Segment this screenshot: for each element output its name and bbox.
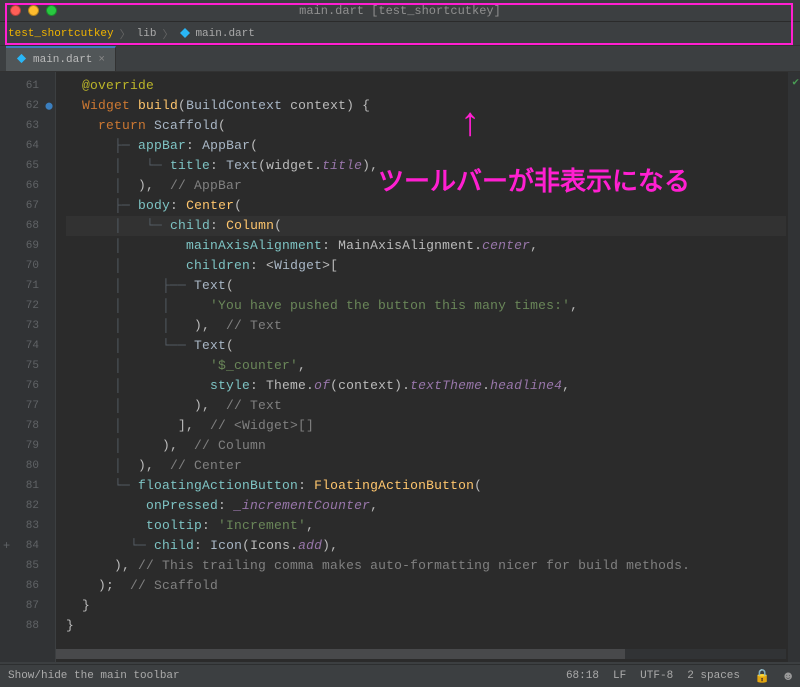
ide-feedback-icon[interactable]: ☻	[784, 669, 792, 684]
code-line[interactable]: │ ), // Center	[66, 456, 786, 476]
gutter-line: 77	[0, 396, 55, 416]
close-window-button[interactable]	[10, 5, 21, 16]
gutter-line: 63	[0, 116, 55, 136]
gutter-line: 72	[0, 296, 55, 316]
gutter-line: 85	[0, 556, 55, 576]
gutter-line: 80	[0, 456, 55, 476]
breadcrumb-folder[interactable]: lib	[137, 28, 157, 40]
editor-marker-stripe: ✔	[788, 72, 800, 662]
code-line[interactable]: ); // Scaffold	[66, 576, 786, 596]
horizontal-scrollbar[interactable]	[56, 649, 786, 659]
code-line[interactable]: ), // This trailing comma makes auto-for…	[66, 556, 786, 576]
gutter-line: 82	[0, 496, 55, 516]
chevron-right-icon: 〉	[118, 26, 133, 42]
gutter-line: 75	[0, 356, 55, 376]
code-line[interactable]: │ │ 'You have pushed the button this man…	[66, 296, 786, 316]
gutter-line: 70	[0, 256, 55, 276]
navigation-bar: test_shortcutkey 〉 lib 〉 main.dart	[0, 22, 800, 46]
breadcrumb-file[interactable]: main.dart	[195, 28, 254, 40]
code-line[interactable]: │ ], // <Widget>[]	[66, 416, 786, 436]
code-line[interactable]: │ '$_counter',	[66, 356, 786, 376]
add-line-gutter-icon[interactable]: +	[3, 539, 10, 553]
gutter-line: 62⬤	[0, 96, 55, 116]
status-bar: Show/hide the main toolbar 68:18 LF UTF-…	[0, 664, 800, 687]
gutter-line: 73	[0, 316, 55, 336]
gutter-line: 68	[0, 216, 55, 236]
editor-gutter: 6162⬤63646566676869707172737475767778798…	[0, 72, 56, 662]
file-encoding[interactable]: UTF-8	[640, 670, 673, 682]
window-titlebar: main.dart [test_shortcutkey]	[0, 0, 800, 22]
code-line[interactable]: └─ child: Icon(Icons.add),	[66, 536, 786, 556]
line-separator[interactable]: LF	[613, 670, 626, 682]
tab-label: main.dart	[33, 54, 92, 66]
code-line[interactable]: │ └─ child: Column(	[66, 216, 786, 236]
window-title: main.dart [test_shortcutkey]	[0, 4, 800, 18]
editor-tabs: main.dart ×	[0, 46, 800, 72]
code-line[interactable]: │ ), // Text	[66, 396, 786, 416]
code-line[interactable]: │ children: <Widget>[	[66, 256, 786, 276]
gutter-line: 69	[0, 236, 55, 256]
code-line[interactable]: @override	[66, 76, 786, 96]
gutter-line: 74	[0, 336, 55, 356]
code-line[interactable]: │ ├── Text(	[66, 276, 786, 296]
code-line[interactable]: │ mainAxisAlignment: MainAxisAlignment.c…	[66, 236, 786, 256]
code-line[interactable]: onPressed: _incrementCounter,	[66, 496, 786, 516]
gutter-line: 81	[0, 476, 55, 496]
window-controls	[0, 5, 57, 16]
gutter-line: 66	[0, 176, 55, 196]
code-line[interactable]: │ └─ title: Text(widget.title),	[66, 156, 786, 176]
dart-file-icon	[16, 53, 27, 65]
code-line[interactable]: }	[66, 616, 786, 636]
gutter-line: 71	[0, 276, 55, 296]
gutter-line: 61	[0, 76, 55, 96]
gutter-line: 87	[0, 596, 55, 616]
gutter-line: 86	[0, 576, 55, 596]
gutter-line: 79	[0, 436, 55, 456]
code-line[interactable]: ├─ body: Center(	[66, 196, 786, 216]
code-line[interactable]: │ style: Theme.of(context).textTheme.hea…	[66, 376, 786, 396]
code-line[interactable]: │ ), // AppBar	[66, 176, 786, 196]
editor-code-area[interactable]: @override Widget build(BuildContext cont…	[56, 72, 786, 646]
code-line[interactable]: │ │ ), // Text	[66, 316, 786, 336]
override-gutter-icon[interactable]: ⬤	[45, 102, 53, 111]
gutter-line: 83	[0, 516, 55, 536]
analysis-ok-icon: ✔	[792, 75, 799, 89]
code-line[interactable]: }	[66, 596, 786, 616]
code-line[interactable]: tooltip: 'Increment',	[66, 516, 786, 536]
gutter-line: 67	[0, 196, 55, 216]
code-line[interactable]: ├─ appBar: AppBar(	[66, 136, 786, 156]
code-line[interactable]: Widget build(BuildContext context) {	[66, 96, 786, 116]
close-tab-icon[interactable]: ×	[98, 54, 105, 66]
scrollbar-thumb[interactable]	[56, 649, 625, 659]
code-line[interactable]: │ ), // Column	[66, 436, 786, 456]
caret-position[interactable]: 68:18	[566, 670, 599, 682]
gutter-line: 65	[0, 156, 55, 176]
code-line[interactable]: │ └── Text(	[66, 336, 786, 356]
zoom-window-button[interactable]	[46, 5, 57, 16]
dart-file-icon	[179, 27, 191, 40]
readonly-lock-icon[interactable]: 🔒	[754, 669, 770, 684]
gutter-line: 84+	[0, 536, 55, 556]
code-line[interactable]: return Scaffold(	[66, 116, 786, 136]
tab-main-dart[interactable]: main.dart ×	[6, 46, 116, 71]
status-hint-text: Show/hide the main toolbar	[8, 670, 180, 682]
gutter-line: 78	[0, 416, 55, 436]
gutter-line: 64	[0, 136, 55, 156]
chevron-right-icon: 〉	[160, 26, 175, 42]
code-line[interactable]: └─ floatingActionButton: FloatingActionB…	[66, 476, 786, 496]
gutter-line: 76	[0, 376, 55, 396]
indent-setting[interactable]: 2 spaces	[687, 670, 740, 682]
gutter-line: 88	[0, 616, 55, 636]
minimize-window-button[interactable]	[28, 5, 39, 16]
breadcrumb-project[interactable]: test_shortcutkey	[8, 28, 114, 40]
code-editor[interactable]: 6162⬤63646566676869707172737475767778798…	[0, 72, 800, 662]
